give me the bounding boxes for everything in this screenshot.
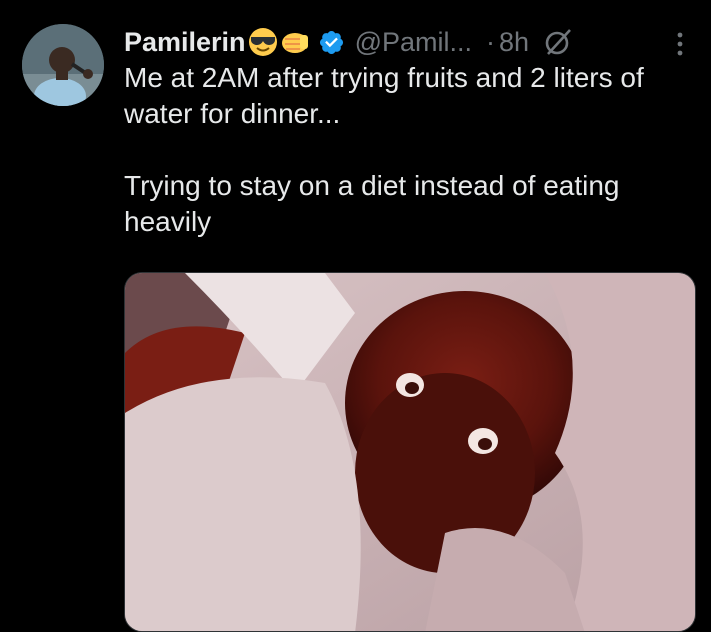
verified-badge-icon[interactable] <box>318 29 345 56</box>
separator: · <box>486 26 495 57</box>
meme-image[interactable] <box>124 272 696 632</box>
avatar-photo <box>22 24 104 106</box>
smiling-face-with-sunglasses-emoji <box>248 28 277 56</box>
left-facing-fist-emoji <box>281 33 308 53</box>
display-name[interactable]: Pamilerin <box>124 27 246 58</box>
tweet[interactable]: Pamilerin @Pamil... · 8h Me at 2AM after… <box>0 0 711 632</box>
timestamp[interactable]: 8h <box>499 27 529 58</box>
avatar[interactable] <box>22 24 104 106</box>
more-vertical-icon[interactable] <box>670 30 690 58</box>
meme-image-art <box>125 273 695 631</box>
user-handle[interactable]: @Pamil... <box>355 27 472 58</box>
tweet-header: Pamilerin @Pamil... · 8h <box>124 22 573 62</box>
grok-icon[interactable] <box>543 27 573 57</box>
tweet-text: Me at 2AM after trying fruits and 2 lite… <box>124 62 644 237</box>
